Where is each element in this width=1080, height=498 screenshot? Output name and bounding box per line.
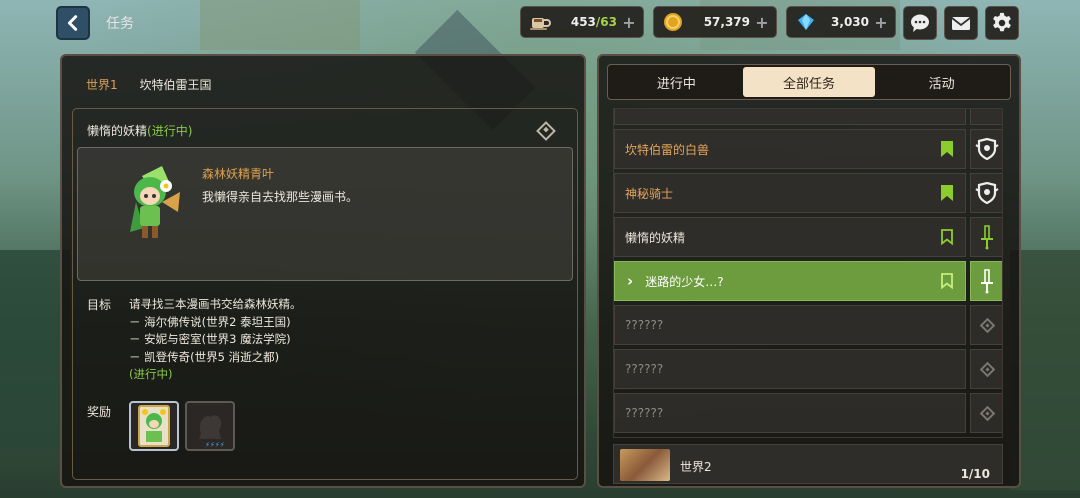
diamond-icon <box>979 361 995 377</box>
breadcrumb: 世界1 坎特伯雷王国 <box>86 76 211 93</box>
crystal-resource: 3,030 + <box>786 6 896 38</box>
quest-title: 懒惰的妖精(进行中) <box>87 122 192 139</box>
tab-all-quests[interactable]: 全部任务 <box>742 67 876 97</box>
list-item[interactable]: 神秘骑士 <box>614 173 966 213</box>
diamond-gem-icon <box>795 11 817 33</box>
list-item[interactable] <box>614 109 966 125</box>
quest-title: ?????? <box>625 406 664 420</box>
list-item-side <box>970 305 1002 345</box>
quest-status: (进行中) <box>147 124 193 138</box>
quest-title: 迷路的少女…? <box>645 274 724 289</box>
gold-coin-icon <box>662 11 684 33</box>
mail-icon <box>951 17 971 30</box>
diamond-icon <box>979 317 995 333</box>
goal-list: 请寻找三本漫画书交给森林妖精。 － 海尔佛传说(世界2 泰坦王国) － 安妮与密… <box>129 296 302 384</box>
goal-label: 目标 <box>87 298 112 312</box>
list-item-side <box>970 129 1002 169</box>
goal-item: － 凯登传奇(世界5 消逝之都) <box>129 349 280 364</box>
add-stamina-button[interactable]: + <box>621 13 637 32</box>
bookmark-outline-icon[interactable] <box>941 273 953 289</box>
quest-title: ?????? <box>625 362 664 376</box>
sword-icon <box>981 269 993 294</box>
list-item[interactable]: 懒惰的妖精 <box>614 217 966 257</box>
quest-title: 懒惰的妖精 <box>625 230 686 245</box>
list-item-side <box>970 109 1002 125</box>
background-block <box>200 0 360 50</box>
reward-silhouette-icon: ⚡⚡⚡⚡ <box>199 415 225 449</box>
locate-diamond-icon[interactable] <box>536 121 556 141</box>
list-item-side <box>970 349 1002 389</box>
npc-dialog-text: 我懒得亲自去找那些漫画书。 <box>202 190 359 204</box>
world-label: 世界1 <box>86 78 118 92</box>
world2-progress-count: 1/10 <box>960 467 990 481</box>
chevron-left-icon <box>67 15 78 31</box>
bookmark-filled-icon[interactable] <box>941 141 953 157</box>
goal-main: 请寻找三本漫画书交给森林妖精。 <box>129 297 302 311</box>
reward-label: 奖励 <box>87 405 112 419</box>
settings-button[interactable] <box>985 6 1019 40</box>
screen-title: 任务 <box>106 16 134 32</box>
list-item-side <box>970 217 1002 257</box>
stamina-max: /63 <box>595 15 617 29</box>
list-item-side <box>970 393 1002 433</box>
tab-in-progress[interactable]: 进行中 <box>610 67 743 97</box>
shield-emblem-icon <box>975 182 999 204</box>
chat-bubble-icon <box>911 14 929 32</box>
crystal-value: 3,030 <box>831 15 869 29</box>
back-button[interactable] <box>56 6 90 40</box>
quest-title: 坎特伯雷的白兽 <box>625 142 710 157</box>
quest-tabs: 进行中 全部任务 活动 <box>607 64 1011 100</box>
mail-button[interactable] <box>944 6 978 40</box>
list-item-locked[interactable]: ?????? <box>614 393 966 433</box>
bookmark-outline-icon[interactable] <box>941 229 953 245</box>
goal-status: (进行中) <box>129 367 173 381</box>
quest-detail-box: 懒惰的妖精(进行中) 森林妖精青叶 我懒得亲自去找那些漫画书。 目标 请寻找三本… <box>72 108 578 480</box>
quest-detail-panel: 世界1 坎特伯雷王国 懒惰的妖精(进行中) 森林妖精青叶 我懒得亲自去找那些漫画… <box>60 54 586 488</box>
add-meso-button[interactable]: + <box>754 13 770 32</box>
npc-fairy-portrait <box>130 166 180 238</box>
reward-card-slot[interactable] <box>129 401 179 451</box>
list-item-side <box>970 261 1002 301</box>
world2-header[interactable]: 世界2 1/10 <box>613 444 1003 484</box>
npc-dialog-box: 森林妖精青叶 我懒得亲自去找那些漫画书。 <box>77 147 573 281</box>
bookmark-filled-icon[interactable] <box>941 185 953 201</box>
shield-emblem-icon <box>975 138 999 160</box>
tab-events[interactable]: 活动 <box>875 67 1008 97</box>
world2-label: 世界2 <box>680 460 712 474</box>
meso-resource: 57,379 + <box>653 6 777 38</box>
gear-icon <box>993 12 1011 32</box>
add-crystal-button[interactable]: + <box>873 13 889 32</box>
coffee-cup-icon <box>529 11 551 33</box>
diamond-icon <box>979 405 995 421</box>
quest-title: ?????? <box>625 318 664 332</box>
list-item-locked[interactable]: ?????? <box>614 305 966 345</box>
chevron-right-icon: › <box>627 272 634 290</box>
stamina-resource: 453/63 + <box>520 6 644 38</box>
goal-item: － 安妮与密室(世界3 魔法学院) <box>129 332 291 346</box>
stamina-value: 453 <box>570 15 596 29</box>
list-item[interactable]: 坎特伯雷的白兽 <box>614 129 966 169</box>
chat-button[interactable] <box>903 6 937 40</box>
quest-list[interactable]: 坎特伯雷的白兽 神秘骑士 懒惰的妖精 › 迷路的少女…? ?????? ????… <box>613 108 1003 438</box>
reward-card-icon <box>138 405 170 447</box>
meso-value: 57,379 <box>703 15 750 29</box>
svg-text:⚡⚡⚡⚡: ⚡⚡⚡⚡ <box>205 441 225 449</box>
kingdom-label: 坎特伯雷王国 <box>139 78 212 92</box>
quest-title: 神秘骑士 <box>625 186 674 201</box>
goal-item: － 海尔佛传说(世界2 泰坦王国) <box>129 314 291 329</box>
npc-name: 森林妖精青叶 <box>202 167 275 181</box>
list-item-side <box>970 173 1002 213</box>
list-item-selected[interactable]: › 迷路的少女…? <box>614 261 966 301</box>
reward-locked-slot[interactable]: ⚡⚡⚡⚡ <box>185 401 235 451</box>
sword-icon <box>981 225 993 250</box>
quest-list-panel: 进行中 全部任务 活动 坎特伯雷的白兽 神秘骑士 懒惰的妖精 › 迷路的少女…?… <box>597 54 1021 488</box>
quest-name: 懒惰的妖精 <box>87 124 148 138</box>
world2-thumbnail <box>620 449 670 481</box>
list-item-locked[interactable]: ?????? <box>614 349 966 389</box>
